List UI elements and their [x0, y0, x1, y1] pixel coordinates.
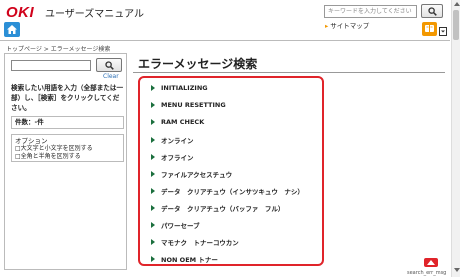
bullet-icon [151, 222, 155, 228]
result-count: 件数：-件 [11, 116, 124, 129]
search-input[interactable]: キーワードを入力してください [324, 5, 417, 18]
bullet-icon [151, 102, 155, 108]
arrow-right-icon: ▸ [325, 22, 329, 30]
list-item[interactable]: パワーセーブ [151, 220, 200, 230]
list-item-label: オフライン [161, 154, 194, 162]
page-id: search_err_msg [407, 270, 447, 276]
sidebar-search-panel: Clear 検索したい用語を入力（全部または一部）し、［検索］をクリックしてくだ… [4, 53, 127, 270]
scroll-up-arrow-icon[interactable] [454, 2, 460, 6]
list-item[interactable]: オフライン [151, 152, 194, 162]
oki-logo[interactable]: OKI [6, 4, 34, 21]
list-item[interactable]: INITIALIZING [151, 84, 208, 92]
keyword-search-button[interactable] [96, 58, 122, 72]
chevron-up-icon [427, 260, 435, 265]
search-icon [428, 7, 437, 16]
clear-link[interactable]: Clear [103, 73, 119, 80]
scroll-thumb[interactable] [453, 10, 459, 40]
search-options: オプション □大文字と小文字を区別する □全角と半角を区別する [11, 134, 124, 162]
bullet-icon [151, 188, 155, 194]
list-item-label: データ クリアチュウ（バッファ フル） [161, 205, 285, 213]
bullet-icon [151, 171, 155, 177]
page-title: エラーメッセージ検索 [138, 57, 258, 71]
keyword-input[interactable] [11, 60, 91, 71]
option-width-sensitive[interactable]: □全角と半角を区別する [15, 153, 120, 161]
list-item-label: オンライン [161, 137, 194, 145]
help-button[interactable] [422, 22, 437, 36]
header-divider [0, 40, 450, 41]
list-item[interactable]: NON OEM トナー [151, 254, 218, 264]
list-item-label: マモナク トナーコウカン [161, 239, 239, 247]
options-title: オプション [15, 137, 48, 145]
list-item[interactable]: マモナク トナーコウカン [151, 237, 239, 247]
search-button[interactable] [421, 4, 443, 18]
bullet-icon [151, 256, 155, 262]
vertical-scrollbar[interactable] [451, 0, 460, 277]
bullet-icon [151, 137, 155, 143]
print-icon [441, 30, 445, 33]
back-to-top-button[interactable] [424, 258, 438, 267]
list-item-label: NON OEM トナー [161, 256, 218, 264]
sitemap-label: サイトマップ [330, 22, 370, 30]
search-instruction: 検索したい用語を入力（全部または一部）し、［検索］をクリックしてください。 [11, 84, 124, 112]
list-item-label: ファイルアクセスチュウ [161, 171, 233, 179]
list-item[interactable]: データ クリアチュウ（バッファ フル） [151, 203, 284, 213]
home-button[interactable] [4, 22, 20, 37]
title-divider [133, 72, 445, 73]
header: OKI ユーザーズマニュアル キーワードを入力してください ▸ サイトマップ [0, 0, 460, 40]
home-icon [7, 25, 17, 34]
list-item[interactable]: ファイルアクセスチュウ [151, 169, 232, 179]
list-item-label: パワーセーブ [161, 222, 200, 230]
list-item[interactable]: オンライン [151, 135, 194, 145]
print-button[interactable] [439, 27, 447, 36]
bullet-icon [151, 239, 155, 245]
list-item[interactable]: MENU RESETTING [151, 101, 226, 109]
app-title: ユーザーズマニュアル [45, 9, 144, 20]
sitemap-link[interactable]: ▸ サイトマップ [325, 20, 369, 30]
list-item-label: RAM CHECK [161, 118, 205, 126]
list-item-label: MENU RESETTING [161, 101, 226, 109]
search-icon [105, 61, 114, 70]
help-icon [425, 25, 434, 32]
bullet-icon [151, 205, 155, 211]
scroll-down-arrow-icon[interactable] [454, 268, 460, 272]
list-item-label: INITIALIZING [161, 84, 208, 92]
list-item[interactable]: RAM CHECK [151, 118, 204, 126]
bullet-icon [151, 154, 155, 160]
bullet-icon [151, 85, 155, 91]
bullet-icon [151, 119, 155, 125]
option-case-sensitive[interactable]: □大文字と小文字を区別する [15, 145, 120, 153]
error-message-list: INITIALIZING MENU RESETTING RAM CHECK オン… [138, 76, 324, 266]
breadcrumb[interactable]: トップページ > エラーメッセージ検索 [6, 44, 110, 53]
list-item-label: データ クリアチュウ（インサツキュウ ナシ） [161, 188, 304, 196]
list-item[interactable]: データ クリアチュウ（インサツキュウ ナシ） [151, 186, 304, 196]
